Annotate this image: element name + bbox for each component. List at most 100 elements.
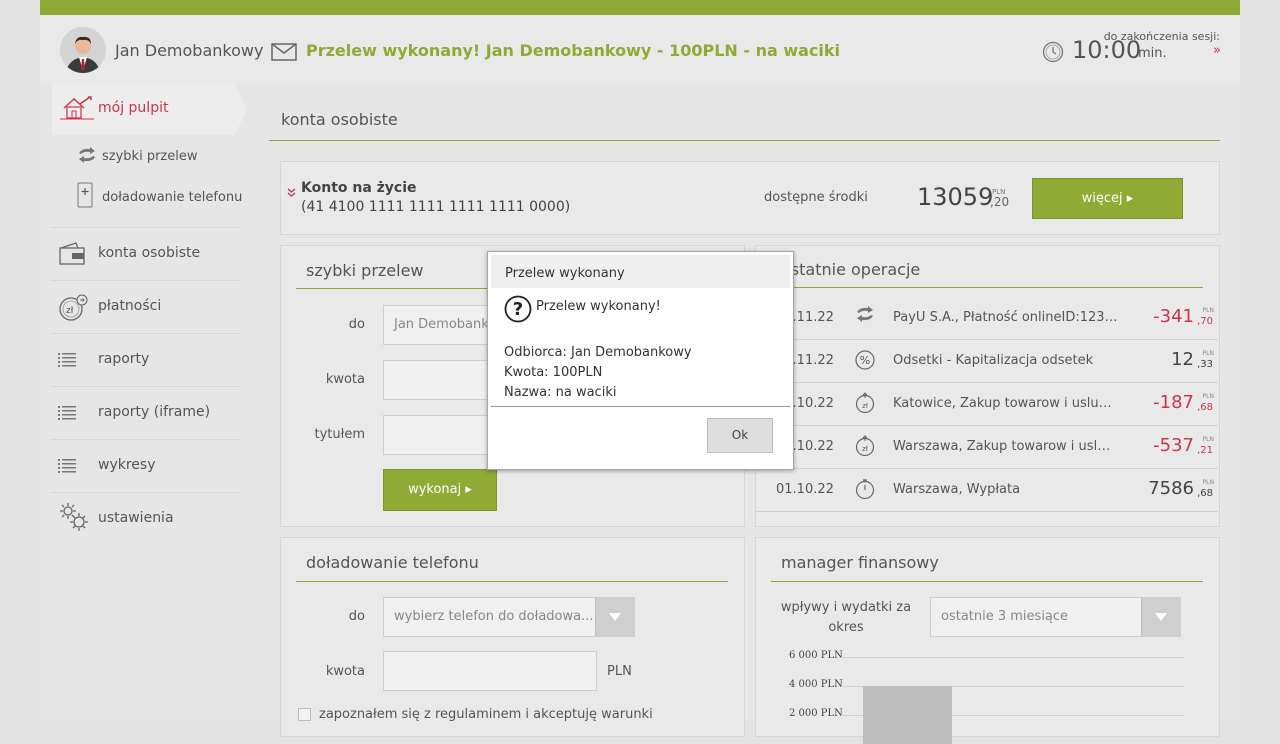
phone-to-label: do (348, 609, 365, 624)
period-label: wpływy i wydatki za okres (771, 598, 921, 638)
sidebar-item-reports-iframe[interactable]: raporty (iframe) (50, 386, 240, 439)
dialog-message: Przelew wykonany! (536, 299, 661, 314)
sidebar-item-label: płatności (98, 298, 162, 314)
sidebar-item-label: ustawienia (98, 510, 174, 526)
sidebar-subitem-quick-transfer[interactable]: szybki przelew (102, 149, 197, 164)
topup-currency: PLN (607, 664, 632, 679)
chevron-down-icon[interactable] (1141, 598, 1180, 636)
transfer-notice: Przelew wykonany! Jan Demobankowy - 100P… (306, 41, 841, 60)
y-tick-label: 4 000 PLN (789, 679, 843, 690)
finance-manager-divider (771, 581, 1203, 582)
clock-icon (1042, 41, 1064, 67)
stopwatch-icon (854, 478, 876, 504)
operation-amount: -537 (1153, 435, 1194, 456)
sidebar-item-dashboard[interactable]: mój pulpit (52, 83, 247, 135)
finance-chart: 6 000 PLN 4 000 PLN 2 000 PLN (756, 644, 1219, 744)
chart-bar[interactable] (863, 686, 952, 744)
operations-divider (771, 287, 1203, 288)
operation-description: PayU S.A., Płatność onlineID:1234... (893, 310, 1118, 325)
dialog-divider (491, 406, 790, 407)
svg-text:zł: zł (66, 306, 74, 316)
dialog-title: Przelew wykonany (505, 266, 625, 281)
sidebar-item-accounts[interactable]: konta osobiste (50, 227, 240, 280)
sidebar-item-label: mój pulpit (98, 100, 169, 116)
y-tick-label: 6 000 PLN (789, 650, 843, 661)
more-button[interactable]: więcej ▸ (1032, 178, 1183, 219)
sidebar-item-charts[interactable]: wykresy (50, 439, 240, 492)
account-number: (41 4100 1111 1111 1111 1111 0000) (301, 199, 571, 215)
amount-label: kwota (325, 372, 365, 387)
operations-title: ostatnie operacje (781, 260, 921, 279)
avatar[interactable] (60, 27, 106, 73)
coin-icon: zł (58, 293, 90, 327)
chevron-down-icon[interactable] (287, 188, 296, 200)
finance-manager-panel: manager finansowy wpływy i wydatki za ok… (755, 537, 1220, 744)
period-label-line1: wpływy i wydatki za (780, 600, 912, 615)
operation-description: Odsetki - Kapitalizacja odsetek (893, 353, 1094, 368)
phone-topup-title: doładowanie telefonu (306, 553, 479, 572)
envelope-icon[interactable] (271, 43, 297, 65)
dialog-amount: Kwota: 100PLN (504, 365, 603, 380)
terms-checkbox[interactable] (298, 708, 311, 721)
list-icon (58, 405, 78, 424)
account-name: Konto na życie (301, 180, 417, 196)
sidebar-item-label: raporty (iframe) (98, 404, 211, 420)
transfer-arrows-icon (854, 306, 876, 326)
chevron-down-icon[interactable] (595, 598, 634, 636)
coin-icon: zł (854, 392, 876, 418)
operation-row[interactable]: 01.11.22% Odsetki - Kapitalizacja odsetek… (756, 340, 1218, 383)
topup-amount-label: kwota (325, 664, 365, 679)
dialog-recipient: Odbiorca: Jan Demobankowy (504, 345, 692, 360)
operation-currency: PLN (1202, 436, 1214, 443)
operation-row[interactable]: 01.10.22 Warszawa, Wypłata 7586 PLN ,68 (756, 469, 1218, 512)
sidebar-item-reports[interactable]: raporty (50, 333, 240, 386)
operation-currency: PLN (1202, 479, 1214, 486)
accounts-divider (269, 140, 1220, 141)
transfer-arrows-icon (76, 147, 98, 167)
sidebar-item-label: raporty (98, 351, 150, 367)
period-select[interactable]: ostatnie 3 miesiące (930, 597, 1181, 637)
sidebar-item-settings[interactable]: ustawienia (50, 492, 240, 545)
operation-currency: PLN (1202, 350, 1214, 357)
operation-row[interactable]: 01.11.22 PayU S.A., Płatność onlineID:123… (756, 297, 1218, 340)
sidebar-item-label: wykresy (98, 457, 156, 473)
title-label: tytułem (314, 427, 365, 442)
operation-row[interactable]: 01.10.22 zł Katowice, Zakup towarow i uslu… (756, 383, 1218, 426)
percent-icon: % (854, 349, 876, 375)
gridline (841, 657, 1184, 658)
period-select-value: ostatnie 3 miesiące (941, 609, 1069, 624)
session-timer: 10:00 (1072, 36, 1142, 64)
sidebar-item-payments[interactable]: zł płatności (50, 280, 240, 333)
y-tick-label: 2 000 PLN (789, 708, 843, 719)
operation-description: Katowice, Zakup towarow i uslug ... (893, 396, 1118, 411)
sidebar-subitem-phone-topup[interactable]: doładowanie telefonu (102, 190, 242, 205)
balance-decimals: ,20 (990, 195, 1010, 209)
account-panel: Konto na życie (41 4100 1111 1111 1111 1… (280, 161, 1220, 235)
quick-transfer-title: szybki przelew (306, 261, 424, 280)
phone-select[interactable]: wybierz telefon do doładowa... (383, 597, 635, 637)
gears-icon (58, 501, 90, 537)
sidebar: mój pulpit szybki przelew doładowanie te… (40, 83, 260, 720)
list-icon (58, 458, 78, 477)
user-avatar-icon (60, 27, 106, 73)
operation-description: Warszawa, Wypłata (893, 482, 1021, 497)
phone-icon (77, 182, 93, 212)
question-icon: ? (504, 295, 532, 327)
phone-topup-divider (296, 581, 728, 582)
accounts-section-title: konta osobiste (281, 110, 398, 129)
to-label: do (348, 317, 365, 332)
balance-amount: 13059 (917, 183, 994, 211)
operation-amount: 7586 (1148, 478, 1194, 499)
list-icon (58, 352, 78, 371)
operation-row[interactable]: 01.10.22 zł Warszawa, Zakup towarow i uslu… (756, 426, 1218, 469)
operation-amount: -341 (1153, 306, 1194, 327)
operation-amount: -187 (1153, 392, 1194, 413)
transfer-dialog: Przelew wykonany ? Przelew wykonany! Odb… (487, 251, 794, 470)
ok-button[interactable]: Ok (707, 418, 773, 453)
session-extend-link[interactable]: » (1213, 43, 1221, 58)
available-funds-label: dostępne środki (764, 190, 868, 205)
wallet-icon (58, 242, 86, 270)
execute-button[interactable]: wykonaj ▸ (383, 469, 497, 511)
operation-currency: PLN (1202, 307, 1214, 314)
topup-amount-field[interactable] (383, 651, 597, 691)
